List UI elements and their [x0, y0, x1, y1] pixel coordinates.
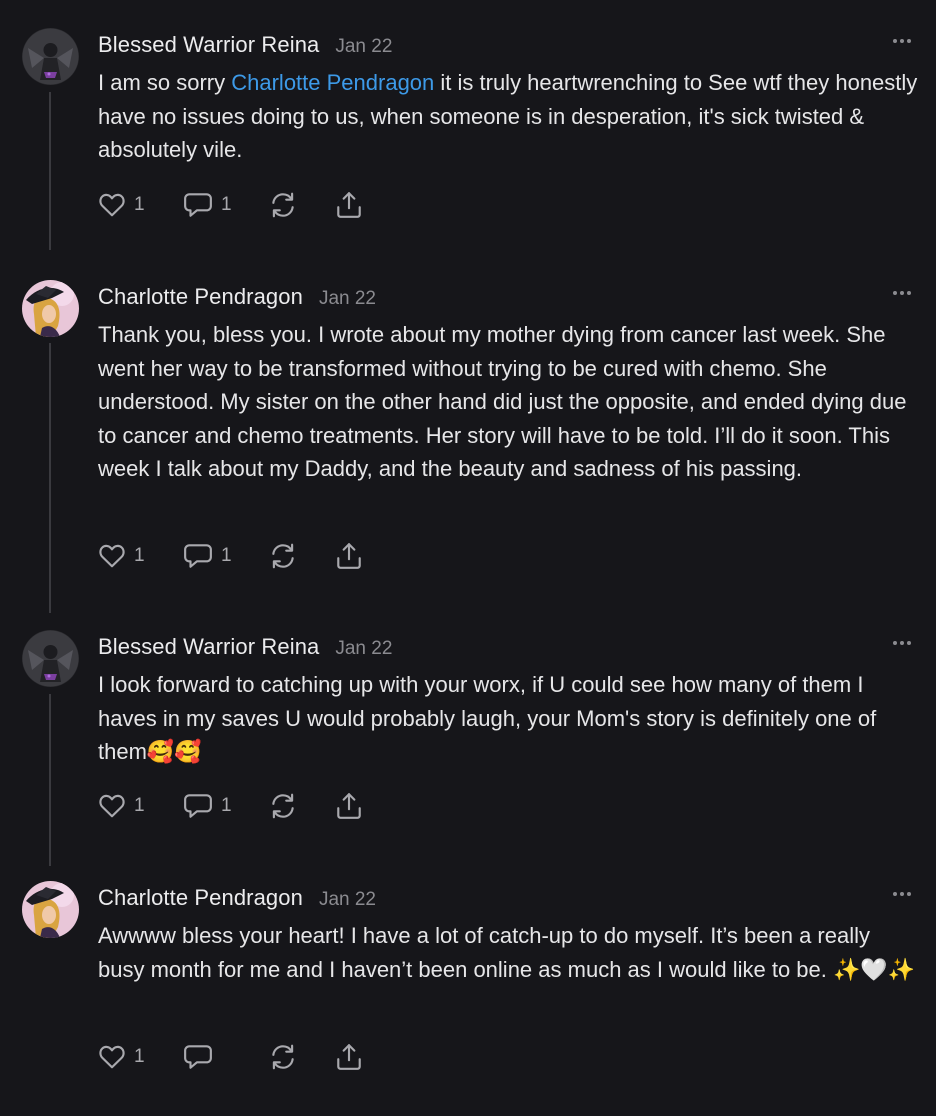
more-icon[interactable] — [893, 891, 915, 897]
comment-actions: 1 1 — [98, 791, 364, 821]
heart-icon — [98, 1044, 126, 1070]
avatar[interactable] — [22, 881, 79, 938]
thread-line — [49, 343, 51, 613]
comment-actions: 1 — [98, 1042, 364, 1072]
like-count: 1 — [134, 545, 145, 566]
author-name[interactable]: Blessed Warrior Reina — [98, 32, 319, 58]
share-button[interactable] — [334, 1042, 364, 1072]
comment-date[interactable]: Jan 22 — [319, 889, 376, 911]
comment-icon — [183, 191, 213, 219]
comment-body: I am so sorry Charlotte Pendragon it is … — [98, 66, 918, 167]
share-icon — [334, 791, 364, 821]
author-name[interactable]: Charlotte Pendragon — [98, 284, 303, 310]
thread-line — [49, 92, 51, 250]
comment-body: Thank you, bless you. I wrote about my m… — [98, 322, 907, 481]
comment-text: I am so sorry — [98, 70, 232, 95]
like-count: 1 — [134, 1046, 145, 1067]
restack-button[interactable] — [268, 541, 334, 571]
comment-actions: 1 1 — [98, 541, 364, 571]
user-mention[interactable]: Charlotte Pendragon — [231, 70, 434, 95]
reply-count: 1 — [221, 194, 232, 215]
comment-header: Charlotte Pendragon Jan 22 — [98, 885, 376, 915]
comment-header: Blessed Warrior Reina Jan 22 — [98, 634, 392, 664]
author-name[interactable]: Blessed Warrior Reina — [98, 634, 319, 660]
like-button[interactable]: 1 — [98, 543, 183, 569]
reply-button[interactable]: 1 — [183, 792, 268, 820]
comment-body: I look forward to catching up with your … — [98, 672, 877, 764]
more-icon[interactable] — [893, 640, 915, 646]
comment-actions: 1 1 — [98, 190, 364, 220]
reply-button[interactable]: 1 — [183, 542, 268, 570]
comment-thread: Blessed Warrior Reina Jan 22 I am so sor… — [0, 0, 936, 1116]
more-icon[interactable] — [893, 38, 915, 44]
comment-icon — [183, 792, 213, 820]
restack-icon — [268, 541, 298, 571]
comment-date[interactable]: Jan 22 — [335, 36, 392, 58]
reply-count: 1 — [221, 545, 232, 566]
comment-body: Awwww bless your heart! I have a lot of … — [98, 923, 916, 982]
like-button[interactable]: 1 — [98, 1044, 183, 1070]
thread-line — [49, 694, 51, 866]
restack-button[interactable] — [268, 791, 334, 821]
comment-icon — [183, 542, 213, 570]
comment-icon — [183, 1043, 213, 1071]
more-icon[interactable] — [893, 290, 915, 296]
avatar[interactable] — [22, 630, 79, 687]
restack-icon — [268, 190, 298, 220]
share-button[interactable] — [334, 541, 364, 571]
heart-icon — [98, 192, 126, 218]
avatar[interactable] — [22, 280, 79, 337]
like-button[interactable]: 1 — [98, 192, 183, 218]
avatar[interactable] — [22, 28, 79, 85]
like-count: 1 — [134, 194, 145, 215]
reply-button[interactable]: 1 — [183, 191, 268, 219]
reply-count: 1 — [221, 795, 232, 816]
share-icon — [334, 1042, 364, 1072]
heart-icon — [98, 793, 126, 819]
restack-icon — [268, 791, 298, 821]
heart-icon — [98, 543, 126, 569]
author-name[interactable]: Charlotte Pendragon — [98, 885, 303, 911]
like-button[interactable]: 1 — [98, 793, 183, 819]
comment-header: Blessed Warrior Reina Jan 22 — [98, 32, 392, 62]
comment-header: Charlotte Pendragon Jan 22 — [98, 284, 376, 314]
comment-date[interactable]: Jan 22 — [335, 638, 392, 660]
restack-button[interactable] — [268, 1042, 334, 1072]
comment-date[interactable]: Jan 22 — [319, 288, 376, 310]
restack-button[interactable] — [268, 190, 334, 220]
like-count: 1 — [134, 795, 145, 816]
share-button[interactable] — [334, 190, 364, 220]
share-button[interactable] — [334, 791, 364, 821]
restack-icon — [268, 1042, 298, 1072]
share-icon — [334, 190, 364, 220]
share-icon — [334, 541, 364, 571]
reply-button[interactable] — [183, 1043, 268, 1071]
